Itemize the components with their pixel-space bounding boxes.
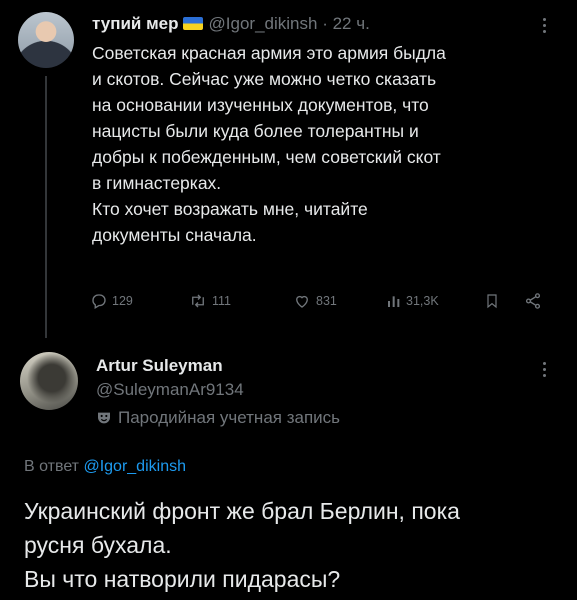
heart-icon bbox=[296, 295, 308, 308]
reply-line: русня бухала. bbox=[24, 532, 172, 558]
author-name[interactable]: тупий мер bbox=[92, 14, 179, 33]
retweet-icon bbox=[192, 294, 204, 308]
reply-line: Украинский фронт же брал Берлин, пока bbox=[24, 498, 460, 524]
tweet-line: и скотов. Сейчас уже можно четко сказать bbox=[92, 69, 437, 89]
tweet-line: на основании изученных документов, что bbox=[92, 95, 429, 115]
reply-line: Вы что натворили пидарасы? bbox=[24, 566, 341, 592]
views-icon bbox=[388, 296, 400, 307]
parody-mask-icon bbox=[98, 412, 110, 424]
reply-context: В ответ @Igor_dikinsh bbox=[24, 458, 186, 476]
retweet-count: 111 bbox=[212, 294, 232, 308]
tweet-line: добры к побежденным, чем советский скот bbox=[92, 147, 441, 167]
tweet-line: в гимнастерках. bbox=[92, 173, 222, 193]
tweet-line: Советская красная армия это армия быдла bbox=[92, 43, 446, 63]
reply-author-handle[interactable]: @SuleymanAr9134 bbox=[96, 380, 244, 400]
reply-author-avatar[interactable] bbox=[20, 352, 78, 410]
bookmark-button[interactable] bbox=[484, 292, 500, 310]
share-icon bbox=[525, 293, 541, 309]
tweet-line: нацисты были куда более толерантны и bbox=[92, 121, 419, 141]
more-icon[interactable] bbox=[543, 362, 549, 380]
ukraine-flag-icon bbox=[182, 17, 203, 30]
thread-line bbox=[45, 76, 47, 338]
like-button[interactable]: 831 bbox=[292, 292, 337, 310]
tweet-text: Советская красная армия это армия быдла … bbox=[92, 40, 562, 248]
author-handle[interactable]: @Igor_dikinsh bbox=[209, 14, 318, 33]
like-count: 831 bbox=[316, 294, 337, 308]
retweet-button[interactable]: 111 bbox=[188, 292, 231, 310]
tweet-time[interactable]: 22 ч. bbox=[333, 14, 370, 33]
views-button[interactable]: 31,3K bbox=[386, 292, 439, 310]
reply-to-prefix: В ответ bbox=[24, 458, 80, 475]
tweet-actions: 129 111 831 31,3K bbox=[88, 292, 558, 318]
tweet-header: тупий мер @Igor_dikinsh · 22 ч. bbox=[92, 14, 370, 34]
reply-button[interactable]: 129 bbox=[90, 292, 133, 310]
author-avatar[interactable] bbox=[18, 12, 74, 68]
parody-label: Пародийная учетная запись bbox=[118, 408, 341, 427]
reply-author-name[interactable]: Artur Suleyman bbox=[96, 356, 223, 376]
tweet-line: документы сначала. bbox=[92, 225, 257, 245]
reply-icon bbox=[92, 294, 106, 309]
reply-count: 129 bbox=[112, 294, 133, 308]
separator-dot: · bbox=[322, 14, 328, 33]
bookmark-icon bbox=[487, 294, 497, 309]
views-count: 31,3K bbox=[406, 294, 439, 308]
tweet-line: Кто хочет возражать мне, читайте bbox=[92, 199, 368, 219]
share-button[interactable] bbox=[524, 292, 542, 310]
reply-to-link[interactable]: @Igor_dikinsh bbox=[83, 458, 186, 475]
reply-text: Украинский фронт же брал Берлин, пока ру… bbox=[24, 494, 564, 596]
parody-badge: Пародийная учетная запись bbox=[96, 408, 340, 428]
more-icon[interactable] bbox=[543, 18, 549, 36]
